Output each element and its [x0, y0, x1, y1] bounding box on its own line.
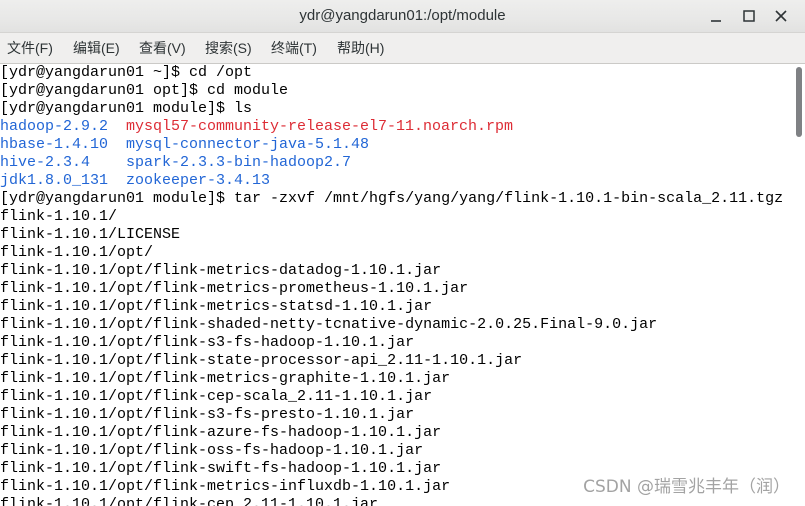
output-line: flink-1.10.1/opt/flink-oss-fs-hadoop-1.1… — [0, 442, 424, 459]
menu-search[interactable]: 搜索(S) — [205, 33, 271, 63]
menu-terminal[interactable]: 终端(T) — [271, 33, 337, 63]
output-line: flink-1.10.1/opt/flink-azure-fs-hadoop-1… — [0, 424, 442, 441]
ls-entry: mysql-connector-java-5.1.48 — [126, 136, 370, 153]
terminal-output[interactable]: [ydr@yangdarun01 ~]$ cd /opt [ydr@yangda… — [0, 64, 793, 506]
ls-entry: hive-2.3.4 — [0, 154, 91, 171]
output-line: flink-1.10.1/opt/flink-state-processor-a… — [0, 352, 523, 369]
ls-entry: hadoop-2.9.2 — [0, 118, 109, 135]
ls-entry: hbase-1.4.10 — [0, 136, 109, 153]
output-line: flink-1.10.1/ — [0, 208, 118, 225]
ls-row: hbase-1.4.10 mysql-connector-java-5.1.48 — [0, 136, 793, 154]
ls-entry: jdk1.8.0_131 — [0, 172, 109, 189]
close-icon — [775, 10, 787, 22]
scrollbar-thumb[interactable] — [796, 67, 802, 137]
minimize-button[interactable] — [705, 5, 727, 27]
ls-row: jdk1.8.0_131 zookeeper-3.4.13 — [0, 172, 793, 190]
menu-bar: 文件(F) 编辑(E) 查看(V) 搜索(S) 终端(T) 帮助(H) — [0, 33, 805, 64]
ls-entry: mysql57-community-release-el7-11.noarch.… — [126, 118, 514, 135]
output-line: flink-1.10.1/opt/flink-s3-fs-presto-1.10… — [0, 406, 415, 423]
ls-row: hive-2.3.4 spark-2.3.3-bin-hadoop2.7 — [0, 154, 793, 172]
command-line: [ydr@yangdarun01 ~]$ cd /opt — [0, 64, 253, 81]
minimize-icon — [711, 20, 721, 22]
output-line: flink-1.10.1/opt/flink-s3-fs-hadoop-1.10… — [0, 334, 415, 351]
command-line: [ydr@yangdarun01 module]$ tar -zxvf /mnt… — [0, 190, 784, 207]
ls-entry: spark-2.3.3-bin-hadoop2.7 — [126, 154, 352, 171]
output-line: flink-1.10.1/opt/flink-metrics-datadog-1… — [0, 262, 442, 279]
menu-edit[interactable]: 编辑(E) — [73, 33, 139, 63]
ls-row: hadoop-2.9.2 mysql57-community-release-el… — [0, 118, 793, 136]
output-line: flink-1.10.1/opt/ — [0, 244, 154, 261]
scrollbar[interactable] — [793, 64, 805, 506]
output-line: flink-1.10.1/opt/flink-swift-fs-hadoop-1… — [0, 460, 442, 477]
window-title: ydr@yangdarun01:/opt/module — [299, 7, 506, 24]
output-line: flink-1.10.1/opt/flink-cep-scala_2.11-1.… — [0, 388, 433, 405]
output-line: flink-1.10.1/opt/flink-metrics-prometheu… — [0, 280, 469, 297]
output-line: flink-1.10.1/opt/flink-cep_2.11-1.10.1.j… — [0, 496, 379, 506]
maximize-icon — [743, 10, 755, 22]
command-line: [ydr@yangdarun01 opt]$ cd module — [0, 82, 289, 99]
maximize-button[interactable] — [738, 5, 760, 27]
watermark: CSDN @瑞雪兆丰年（润） — [583, 477, 790, 497]
menu-view[interactable]: 查看(V) — [139, 33, 205, 63]
close-button[interactable] — [770, 5, 792, 27]
menu-file[interactable]: 文件(F) — [7, 33, 73, 63]
ls-entry: zookeeper-3.4.13 — [126, 172, 271, 189]
output-line: flink-1.10.1/opt/flink-shaded-netty-tcna… — [0, 316, 658, 333]
terminal-window: ydr@yangdarun01:/opt/module 文件(F) 编辑(E) 查看… — [0, 0, 805, 506]
title-bar[interactable]: ydr@yangdarun01:/opt/module — [0, 0, 805, 33]
output-line: flink-1.10.1/opt/flink-metrics-statsd-1.… — [0, 298, 433, 315]
output-line: flink-1.10.1/opt/flink-metrics-graphite-… — [0, 370, 451, 387]
menu-help[interactable]: 帮助(H) — [337, 33, 403, 63]
output-line: flink-1.10.1/LICENSE — [0, 226, 181, 243]
command-line: [ydr@yangdarun01 module]$ ls — [0, 100, 253, 117]
